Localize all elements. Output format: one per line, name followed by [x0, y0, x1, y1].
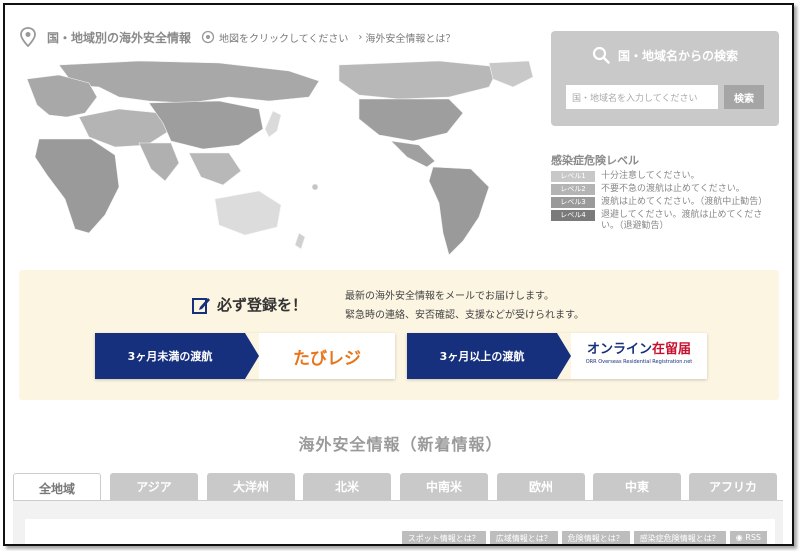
map-region-japan — [264, 110, 282, 138]
news-content: スポット情報とは？ 広域情報とは？ 危険情報とは？ 感染症危険情報とは？ ◉ R… — [25, 519, 775, 544]
chevron-right-icon: › — [358, 31, 363, 43]
level3-badge: レベル3 — [551, 197, 595, 208]
world-map[interactable] — [19, 57, 539, 262]
tab-latin-america[interactable]: 中南米 — [400, 473, 488, 500]
about-safety-info-link[interactable]: › 海外安全情報とは？ — [358, 30, 455, 45]
tabireji-button[interactable]: 3ヶ月未満の渡航 たびレジ — [95, 333, 395, 379]
legend-row-level3: レベル3 渡航は止めてください。（渡航中止勧告） — [551, 197, 779, 208]
orr-logo: オンライン在留届 ORR Overseas Residential Regist… — [571, 333, 707, 379]
map-region-pacific-islands — [311, 183, 319, 191]
location-pin-icon — [20, 27, 36, 47]
map-hint-text: 地図をクリックしてください — [219, 33, 349, 45]
level3-text: 渡航は止めてください。（渡航中止勧告） — [601, 197, 768, 207]
search-panel-header: 国・地域名からの検索 — [551, 46, 779, 64]
news-info-links: スポット情報とは？ 広域情報とは？ 危険情報とは？ 感染症危険情報とは？ ◉ R… — [401, 531, 767, 544]
tabireji-label-text: 3ヶ月未満の渡航 — [127, 350, 213, 363]
news-panel: スポット情報とは？ 広域情報とは？ 危険情報とは？ 感染症危険情報とは？ ◉ R… — [13, 501, 783, 544]
search-icon — [592, 46, 610, 64]
level4-text: 退避してください。渡航は止めてください。（退避勧告） — [601, 210, 763, 231]
orr-button[interactable]: 3ヶ月以上の渡航 オンライン在留届 ORR Overseas Residenti… — [407, 333, 707, 379]
rss-label: RSS — [745, 533, 761, 542]
registration-desc-line2: 緊急時の連絡、安否確認、支援などが受けられます。 — [345, 310, 584, 321]
arrow-shape-icon — [245, 333, 259, 379]
orr-label-text: 3ヶ月以上の渡航 — [439, 350, 525, 363]
level2-text: 不要不急の渡航は止めてください。 — [601, 184, 745, 194]
tab-middle-east[interactable]: 中東 — [593, 473, 681, 500]
wide-area-info-link[interactable]: 広域情報とは？ — [489, 531, 558, 544]
registration-heading: 必ず登録を！ — [191, 294, 307, 315]
tab-all-regions[interactable]: 全地域 — [13, 473, 101, 502]
registration-description: 最新の海外安全情報をメールでお届けします。 緊急時の連絡、安否確認、支援などが受… — [345, 287, 584, 325]
arrow-shape-icon — [557, 333, 571, 379]
orr-logo-text-1: オンライン — [586, 342, 652, 357]
news-section-title: 海外安全情報（新着情報） — [298, 435, 503, 454]
country-search-input[interactable]: 国・地域名を入力してください — [566, 85, 718, 109]
legend-title: 感染症危険レベル — [551, 154, 639, 167]
search-placeholder: 国・地域名を入力してください — [572, 93, 698, 104]
search-button[interactable]: 検索 — [724, 85, 764, 109]
legend-row-level4: レベル4 退避してください。渡航は止めてください。（退避勧告） — [551, 210, 779, 232]
map-region-usa — [358, 98, 464, 142]
level1-badge: レベル1 — [551, 171, 595, 182]
tab-asia[interactable]: アジア — [110, 473, 198, 500]
map-region-southeast-asia — [188, 152, 242, 186]
orr-logo-text-2: 在留届 — [652, 342, 692, 357]
tab-europe[interactable]: 欧州 — [497, 473, 585, 500]
tabireji-label: 3ヶ月未満の渡航 — [95, 333, 245, 379]
registration-desc-line1: 最新の海外安全情報をメールでお届けします。 — [345, 291, 554, 302]
map-title: 国・地域別の海外安全情報 — [47, 30, 192, 45]
infection-info-link[interactable]: 感染症危険情報とは？ — [633, 531, 726, 544]
map-region-russia — [58, 60, 320, 104]
spot-info-link[interactable]: スポット情報とは？ — [401, 531, 486, 544]
map-region-south-asia — [138, 142, 180, 182]
map-region-central-america — [390, 140, 436, 168]
map-region-china — [148, 100, 264, 150]
map-header: 国・地域別の海外安全情報 地図をクリックしてください › 海外安全情報とは？ — [19, 27, 455, 47]
level1-text: 十分注意してください。 — [601, 171, 700, 181]
tabireji-logo: たびレジ — [259, 333, 395, 379]
rss-link[interactable]: ◉ RSS — [729, 531, 767, 544]
search-panel-title: 国・地域名からの検索 — [617, 48, 738, 63]
map-region-canada — [338, 60, 500, 100]
danger-info-link[interactable]: 危険情報とは？ — [561, 531, 630, 544]
tabireji-logo-text: たびレジ — [293, 348, 361, 369]
registration-banner: 必ず登録を！ 最新の海外安全情報をメールでお届けします。 緊急時の連絡、安否確認… — [19, 270, 779, 400]
level2-badge: レベル2 — [551, 184, 595, 195]
page-frame: 国・地域別の海外安全情報 地図をクリックしてください › 海外安全情報とは？ 国… — [3, 3, 794, 546]
tab-africa[interactable]: アフリカ — [689, 473, 777, 500]
map-region-australia — [214, 190, 282, 236]
tab-north-america[interactable]: 北米 — [303, 473, 391, 500]
edit-pencil-icon — [192, 297, 210, 314]
risk-level-legend: 感染症危険レベル レベル1 十分注意してください。 レベル2 不要不急の渡航は止… — [551, 152, 779, 234]
region-tabs: 全地域 アジア 大洋州 北米 中南米 欧州 中東 アフリカ — [13, 473, 783, 502]
rss-icon: ◉ — [735, 533, 746, 542]
orr-logo-subtext: ORR Overseas Residential Registration.ne… — [585, 359, 693, 365]
orr-label: 3ヶ月以上の渡航 — [407, 333, 557, 379]
registration-heading-text: 必ず登録を！ — [217, 296, 308, 314]
map-hint: 地図をクリックしてください — [201, 30, 348, 45]
legend-row-level2: レベル2 不要不急の渡航は止めてください。 — [551, 184, 779, 195]
tab-oceania[interactable]: 大洋州 — [207, 473, 295, 500]
map-region-south-america — [428, 166, 490, 256]
about-safety-info-label: 海外安全情報とは？ — [365, 33, 456, 45]
level4-badge: レベル4 — [551, 210, 595, 221]
click-hand-icon — [201, 30, 215, 44]
country-search-panel: 国・地域名からの検索 国・地域名を入力してください 検索 — [551, 31, 779, 126]
map-region-new-zealand — [294, 232, 306, 250]
map-region-africa — [34, 138, 120, 234]
map-region-greenland — [488, 60, 534, 88]
legend-row-level1: レベル1 十分注意してください。 — [551, 171, 779, 182]
